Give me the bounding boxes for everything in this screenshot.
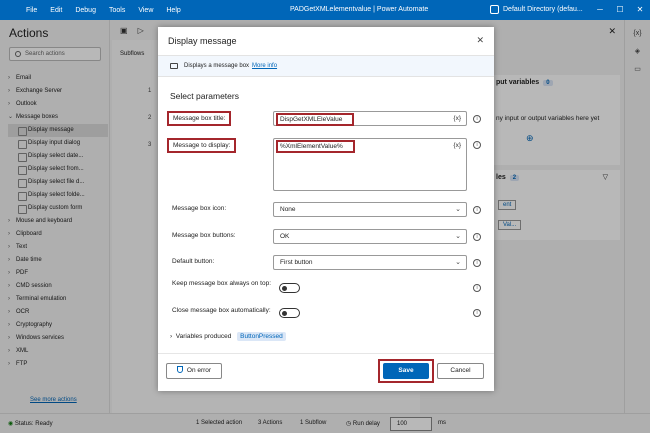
menu-view[interactable]: View: [138, 7, 153, 14]
menu-help[interactable]: Help: [166, 7, 180, 14]
variable-picker-icon[interactable]: {x}: [453, 139, 461, 152]
info-banner: Displays a message box More info: [158, 55, 494, 77]
more-info-link[interactable]: More info: [252, 63, 277, 69]
minimize-icon[interactable]: ─: [590, 0, 610, 20]
menu-debug[interactable]: Debug: [75, 7, 96, 14]
message-to-display-label: Message to display:: [167, 138, 237, 153]
banner-text: Displays a message box: [184, 63, 250, 69]
info-icon[interactable]: i: [473, 206, 481, 214]
message-box-title-value: DispGetXMLEleValue: [276, 113, 355, 126]
save-button[interactable]: Save: [383, 363, 429, 379]
message-box-icon-select[interactable]: None ⌄: [273, 202, 467, 217]
window-controls: ─ ☐ ✕: [590, 0, 650, 20]
info-icon[interactable]: i: [473, 233, 481, 241]
message-to-display-value: %XmlElementValue%: [276, 140, 355, 153]
message-icon: [170, 63, 178, 69]
message-box-buttons-label: Message box buttons:: [172, 232, 236, 239]
close-icon[interactable]: ✕: [476, 35, 484, 46]
info-icon[interactable]: i: [473, 141, 481, 149]
dialog-title: Display message: [168, 36, 237, 46]
close-window-icon[interactable]: ✕: [630, 0, 650, 20]
variable-picker-icon[interactable]: {x}: [453, 112, 461, 125]
info-icon[interactable]: i: [473, 259, 481, 267]
directory-icon: [490, 5, 499, 14]
message-box-title-label: Message box title:: [167, 111, 232, 126]
menu-edit[interactable]: Edit: [50, 7, 62, 14]
window-title: PADGetXMLelementvalue | Power Automate: [290, 6, 429, 13]
account-directory[interactable]: Default Directory (defau...: [490, 5, 583, 14]
message-box-icon-label: Message box icon:: [172, 205, 227, 212]
section-title: Select parameters: [170, 91, 239, 101]
variable-badge[interactable]: ButtonPressed: [237, 332, 286, 341]
directory-label: Default Directory (defau...: [503, 6, 583, 13]
chevron-down-icon: ⌄: [455, 233, 461, 240]
menu-file[interactable]: File: [26, 7, 37, 14]
keep-on-top-label: Keep message box always on top:: [172, 280, 272, 287]
maximize-icon[interactable]: ☐: [610, 0, 630, 20]
dialog-footer: On error Save Cancel: [158, 353, 494, 391]
message-box-buttons-select[interactable]: OK ⌄: [273, 229, 467, 244]
chevron-down-icon: ⌄: [455, 206, 461, 213]
default-button-value: First button: [280, 259, 313, 266]
on-error-button[interactable]: On error: [166, 363, 222, 379]
save-highlight: Save: [378, 359, 434, 383]
display-message-dialog: Display message ✕ Displays a message box…: [158, 27, 494, 391]
info-icon[interactable]: i: [473, 309, 481, 317]
default-button-label: Default button:: [172, 258, 215, 265]
message-box-title-field[interactable]: DispGetXMLEleValue {x}: [273, 111, 467, 126]
message-to-display-field[interactable]: %XmlElementValue% {x}: [273, 138, 467, 191]
chevron-right-icon: ›: [170, 333, 174, 340]
shield-icon: [176, 366, 183, 373]
chevron-down-icon: ⌄: [455, 259, 461, 266]
cancel-button[interactable]: Cancel: [437, 363, 484, 379]
default-button-select[interactable]: First button ⌄: [273, 255, 467, 270]
variables-produced[interactable]: › Variables produced ButtonPressed: [170, 332, 286, 341]
info-icon[interactable]: i: [473, 284, 481, 292]
auto-close-toggle[interactable]: [279, 308, 300, 318]
info-icon[interactable]: i: [473, 115, 481, 123]
variables-produced-label: Variables produced: [175, 333, 232, 340]
menu-bar: File Edit Debug Tools View Help: [26, 7, 194, 14]
keep-on-top-toggle[interactable]: [279, 283, 300, 293]
auto-close-label: Close message box automatically:: [172, 307, 271, 314]
message-box-buttons-value: OK: [280, 233, 290, 240]
message-box-icon-value: None: [280, 206, 296, 213]
on-error-label: On error: [186, 367, 212, 374]
title-bar: File Edit Debug Tools View Help PADGetXM…: [0, 0, 650, 20]
menu-tools[interactable]: Tools: [109, 7, 125, 14]
